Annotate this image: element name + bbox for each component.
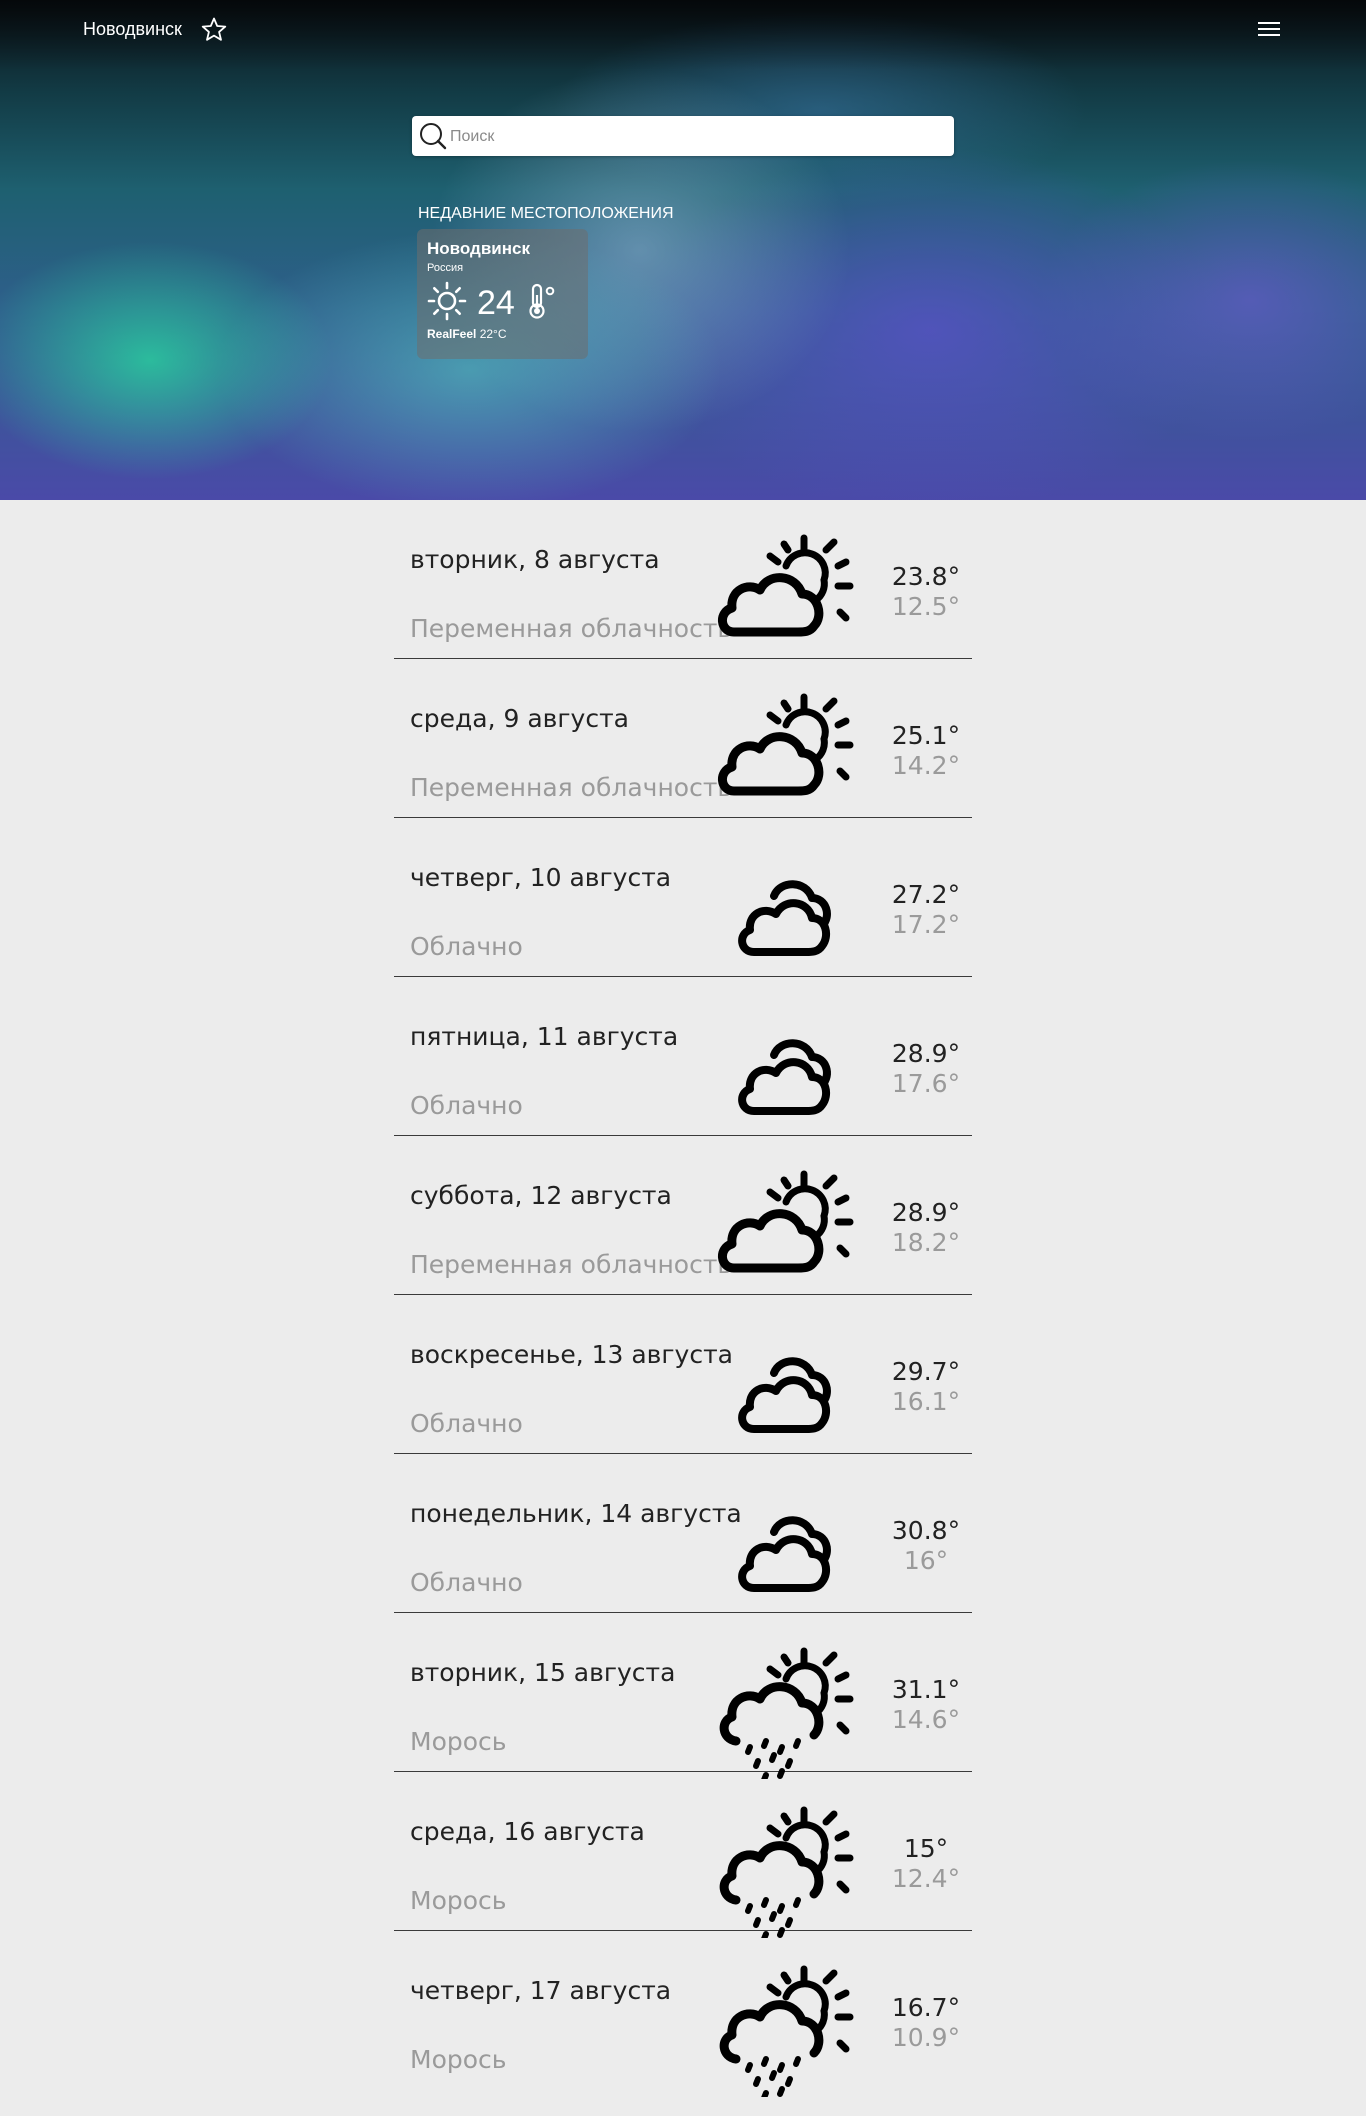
forecast-day-row[interactable]: пятница, 11 августа Облачно 28.9° 17.6° <box>394 977 972 1136</box>
forecast-condition: Морось <box>410 1727 507 1756</box>
forecast-day-row[interactable]: четверг, 10 августа Облачно 27.2° 17.2° <box>394 818 972 977</box>
forecast-condition: Переменная облачность <box>410 773 733 802</box>
recent-location-card[interactable]: Новодвинск Россия 24 RealFeel 22°C <box>417 229 588 359</box>
partly-cloudy-icon <box>718 693 854 796</box>
forecast-condition: Переменная облачность <box>410 614 733 643</box>
forecast-day-row[interactable]: среда, 9 августа Переменная облачность 25.… <box>394 659 972 818</box>
forecast-day-row[interactable]: среда, 16 августа Морось 15° 12.4° <box>394 1772 972 1938</box>
cloudy-icon <box>738 1357 831 1433</box>
daily-forecast-list: вторник, 8 августа Переменная облачность 2… <box>394 500 972 2097</box>
forecast-condition: Морось <box>410 2045 507 2074</box>
partly-cloudy-icon <box>718 534 854 637</box>
recent-card-temp: 24 <box>477 284 515 322</box>
forecast-temps: 15° 12.4° <box>884 1834 968 1894</box>
forecast-temps: 31.1° 14.6° <box>884 1675 968 1735</box>
forecast-day-row[interactable]: вторник, 15 августа Морось 31.1° 14.6° <box>394 1613 972 1779</box>
recent-locations-heading: НЕДАВНИЕ МЕСТОПОЛОЖЕНИЯ <box>418 205 674 222</box>
forecast-high-temp: 31.1° <box>891 1675 961 1704</box>
forecast-high-temp: 30.8° <box>891 1516 961 1545</box>
forecast-date: четверг, 10 августа <box>410 863 672 892</box>
drizzle-icon <box>719 1647 854 1779</box>
realfeel-label: RealFeel <box>427 327 477 341</box>
cloudy-icon <box>738 880 831 956</box>
forecast-condition: Переменная облачность <box>410 1250 733 1279</box>
drizzle-icon <box>719 1965 854 2097</box>
forecast-condition: Морось <box>410 1886 507 1915</box>
search-icon <box>420 123 447 150</box>
forecast-temps: 28.9° 17.6° <box>884 1039 968 1099</box>
hero-background: Новодвинск НЕДАВНИЕ МЕСТОПОЛОЖЕНИЯ Новод… <box>0 0 1366 500</box>
forecast-day-row[interactable]: воскресенье, 13 августа Облачно 29.7° 16.1° <box>394 1295 972 1454</box>
realfeel-value: 22°C <box>479 327 507 341</box>
cloudy-icon <box>738 1039 831 1115</box>
drizzle-icon <box>719 1806 854 1938</box>
forecast-low-temp: 14.6° <box>891 1705 961 1734</box>
forecast-date: вторник, 8 августа <box>410 545 660 574</box>
hamburger-menu-icon[interactable] <box>1256 18 1282 42</box>
forecast-date: пятница, 11 августа <box>410 1022 679 1051</box>
forecast-low-temp: 12.4° <box>891 1864 961 1893</box>
partly-cloudy-icon <box>718 1170 854 1273</box>
forecast-low-temp: 17.2° <box>891 910 961 939</box>
forecast-date: воскресенье, 13 августа <box>410 1340 733 1369</box>
forecast-low-temp: 18.2° <box>891 1228 961 1257</box>
forecast-temps: 27.2° 17.2° <box>884 880 968 940</box>
forecast-temps: 30.8° 16° <box>884 1516 968 1576</box>
forecast-date: среда, 9 августа <box>410 704 629 733</box>
search-input[interactable] <box>448 116 942 158</box>
forecast-high-temp: 16.7° <box>891 1993 961 2022</box>
top-bar: Новодвинск <box>0 0 1366 60</box>
forecast-high-temp: 28.9° <box>891 1039 961 1068</box>
forecast-low-temp: 16° <box>903 1546 949 1575</box>
forecast-date: понедельник, 14 августа <box>410 1499 742 1528</box>
forecast-low-temp: 14.2° <box>891 751 961 780</box>
forecast-low-temp: 10.9° <box>891 2023 961 2052</box>
forecast-temps: 28.9° 18.2° <box>884 1198 968 1258</box>
forecast-high-temp: 15° <box>903 1834 949 1863</box>
forecast-temps: 16.7° 10.9° <box>884 1993 968 2053</box>
forecast-low-temp: 12.5° <box>891 592 961 621</box>
forecast-high-temp: 29.7° <box>891 1357 961 1386</box>
forecast-condition: Облачно <box>410 932 523 961</box>
forecast-high-temp: 27.2° <box>891 880 961 909</box>
forecast-low-temp: 17.6° <box>891 1069 961 1098</box>
forecast-temps: 25.1° 14.2° <box>884 721 968 781</box>
forecast-temps: 23.8° 12.5° <box>884 562 968 622</box>
cloudy-icon <box>738 1516 831 1592</box>
favorite-star-icon[interactable] <box>200 16 228 44</box>
forecast-date: суббота, 12 августа <box>410 1181 672 1210</box>
forecast-high-temp: 23.8° <box>891 562 961 591</box>
current-city-title[interactable]: Новодвинск <box>83 19 182 40</box>
search-box[interactable] <box>412 116 954 158</box>
forecast-date: среда, 16 августа <box>410 1817 645 1846</box>
recent-card-country: Россия <box>427 262 464 274</box>
forecast-temps: 29.7° 16.1° <box>884 1357 968 1417</box>
recent-card-realfeel: RealFeel 22°C <box>427 327 507 341</box>
forecast-day-row[interactable]: суббота, 12 августа Переменная облачность… <box>394 1136 972 1295</box>
forecast-condition: Облачно <box>410 1409 523 1438</box>
forecast-day-row[interactable]: понедельник, 14 августа Облачно 30.8° 16° <box>394 1454 972 1613</box>
sun-icon <box>427 281 467 321</box>
forecast-date: вторник, 15 августа <box>410 1658 676 1687</box>
forecast-low-temp: 16.1° <box>891 1387 961 1416</box>
thermometer-icon <box>529 283 555 319</box>
forecast-condition: Облачно <box>410 1091 523 1120</box>
forecast-high-temp: 28.9° <box>891 1198 961 1227</box>
forecast-date: четверг, 17 августа <box>410 1976 672 2005</box>
forecast-day-row[interactable]: вторник, 8 августа Переменная облачность 2… <box>394 500 972 659</box>
forecast-condition: Облачно <box>410 1568 523 1597</box>
forecast-high-temp: 25.1° <box>891 721 961 750</box>
recent-card-city: Новодвинск <box>427 239 530 258</box>
forecast-day-row[interactable]: четверг, 17 августа Морось 16.7° 10.9° <box>394 1931 972 2097</box>
